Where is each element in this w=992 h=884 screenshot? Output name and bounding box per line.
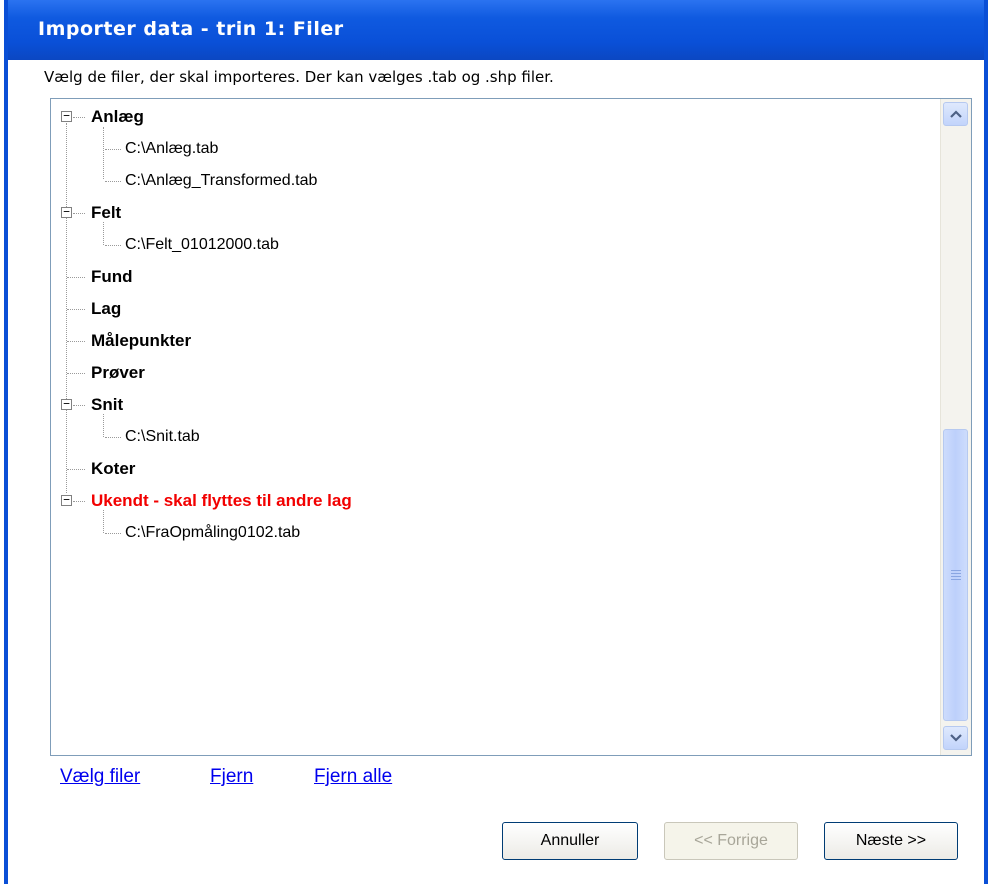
tree-node-anlaeg[interactable]: Anlæg xyxy=(91,105,144,129)
tree-connector xyxy=(105,181,121,182)
scroll-down-button[interactable] xyxy=(943,726,968,750)
collapse-icon[interactable]: − xyxy=(61,398,72,410)
tree-connector xyxy=(73,117,85,118)
tree-node-lag[interactable]: Lag xyxy=(91,297,121,321)
grip-line xyxy=(951,573,961,574)
collapse-icon[interactable]: − xyxy=(61,110,72,122)
tree-branch-line xyxy=(103,414,104,437)
dialog-title: Importer data - trin 1: Filer xyxy=(38,18,344,40)
tree-file-item[interactable]: C:\Snit.tab xyxy=(125,425,200,449)
next-button[interactable]: Næste >> xyxy=(824,822,958,860)
grip-line xyxy=(951,579,961,580)
tree-node-ukendt[interactable]: Ukendt - skal flyttes til andre lag xyxy=(91,489,352,513)
tree-connector xyxy=(105,149,121,150)
title-bar[interactable]: Importer data - trin 1: Filer xyxy=(8,0,984,60)
vertical-scrollbar[interactable] xyxy=(940,99,971,755)
tree-root-line xyxy=(66,123,67,493)
tree-branch-line xyxy=(103,127,104,179)
choose-files-link[interactable]: Vælg filer xyxy=(60,766,140,788)
tree-connector xyxy=(105,245,121,246)
tree-connector xyxy=(67,309,85,310)
tree-connector xyxy=(105,533,121,534)
scroll-thumb[interactable] xyxy=(943,429,968,721)
tree-connector xyxy=(105,437,121,438)
tree-connector xyxy=(73,405,85,406)
chevron-up-icon xyxy=(949,110,962,118)
tree-file-item[interactable]: C:\Anlæg.tab xyxy=(125,137,218,161)
collapse-icon[interactable]: − xyxy=(61,494,72,506)
tree-file-item[interactable]: C:\Felt_01012000.tab xyxy=(125,233,279,257)
tree-branch-line xyxy=(103,222,104,245)
grip-line xyxy=(951,570,961,571)
tree-node-maalepunkter[interactable]: Målepunkter xyxy=(91,329,191,353)
previous-button[interactable]: << Forrige xyxy=(664,822,798,860)
cancel-button[interactable]: Annuller xyxy=(502,822,638,860)
tree-node-proever[interactable]: Prøver xyxy=(91,361,145,385)
tree-node-fund[interactable]: Fund xyxy=(91,265,133,289)
tree-connector xyxy=(73,213,85,214)
tree-connector xyxy=(67,469,85,470)
tree-node-felt[interactable]: Felt xyxy=(91,201,121,225)
file-tree-view[interactable]: − − − − Anlæg C:\Anlæg.tab C:\Anlæg_Tran… xyxy=(50,98,972,756)
tree-connector xyxy=(67,277,85,278)
collapse-icon[interactable]: − xyxy=(61,206,72,218)
grip-line xyxy=(951,576,961,577)
scroll-up-button[interactable] xyxy=(943,102,968,126)
remove-all-link[interactable]: Fjern alle xyxy=(314,766,392,788)
import-dialog: Importer data - trin 1: Filer Vælg de fi… xyxy=(4,0,988,884)
tree-content: − − − − Anlæg C:\Anlæg.tab C:\Anlæg_Tran… xyxy=(51,99,939,755)
tree-file-item[interactable]: C:\Anlæg_Transformed.tab xyxy=(125,169,317,193)
tree-file-item[interactable]: C:\FraOpmåling0102.tab xyxy=(125,521,300,545)
tree-branch-line xyxy=(103,510,104,533)
tree-node-snit[interactable]: Snit xyxy=(91,393,123,417)
tree-connector xyxy=(73,501,85,502)
instruction-text: Vælg de filer, der skal importeres. Der … xyxy=(44,68,554,86)
remove-link[interactable]: Fjern xyxy=(210,766,253,788)
chevron-down-icon xyxy=(949,734,962,742)
tree-connector xyxy=(67,341,85,342)
tree-connector xyxy=(67,373,85,374)
tree-node-koter[interactable]: Koter xyxy=(91,457,135,481)
